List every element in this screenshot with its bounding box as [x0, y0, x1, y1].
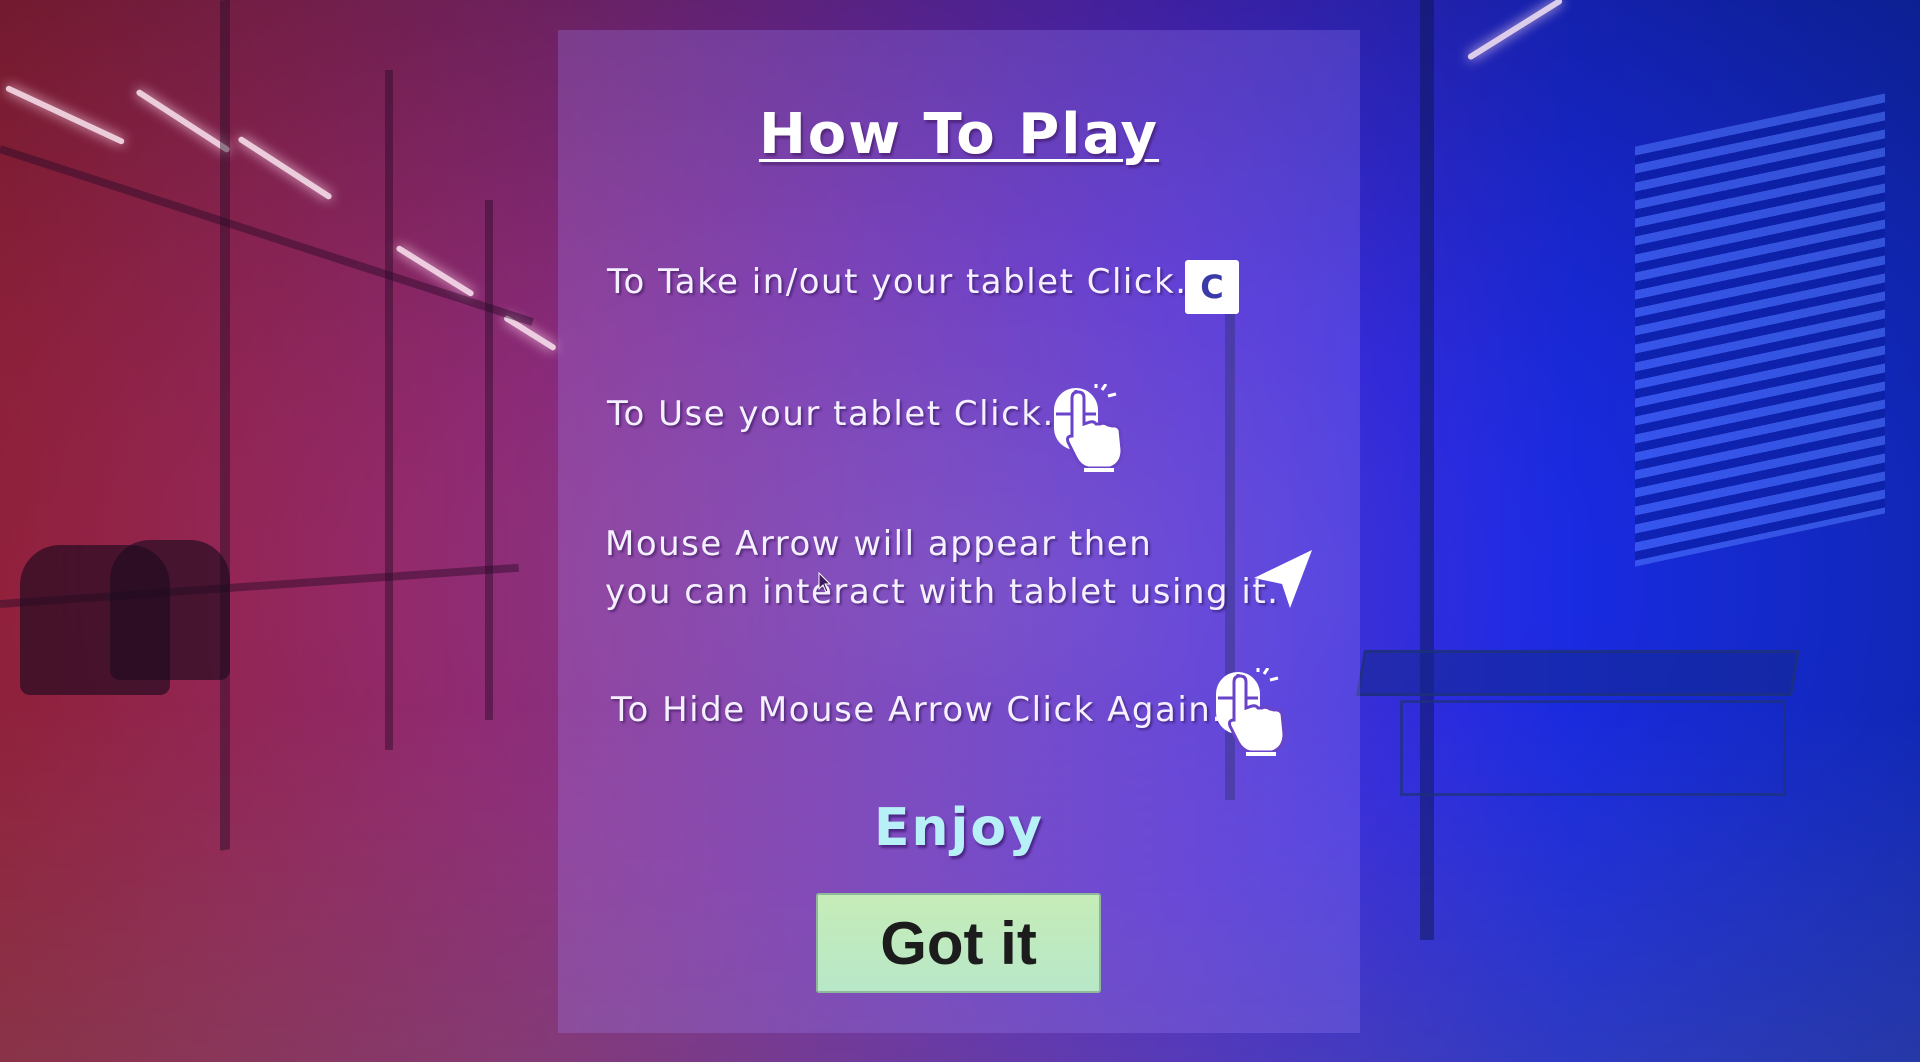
got-it-button[interactable]: Got it [816, 893, 1101, 993]
instruction-use-tablet: To Use your tablet Click. [607, 394, 1055, 434]
dialog-title: How To Play [758, 102, 1160, 167]
mouse-left-click-icon [1216, 668, 1286, 756]
mouse-cursor-icon [818, 572, 832, 593]
instruction-mouse-arrow-line1: Mouse Arrow will appear then [605, 524, 1153, 564]
instruction-mouse-arrow: Mouse Arrow will appear then you can int… [605, 520, 1279, 616]
mouse-arrow-icon [1254, 550, 1312, 608]
how-to-play-dialog: How To Play To Take in/out your tablet C… [558, 30, 1360, 1033]
enjoy-text: Enjoy [874, 798, 1044, 858]
mouse-left-click-icon [1054, 384, 1124, 472]
c-key-icon: C [1185, 260, 1239, 314]
instruction-toggle-tablet: To Take in/out your tablet Click. [607, 262, 1188, 302]
instruction-hide-arrow: To Hide Mouse Arrow Click Again. [611, 690, 1224, 730]
instruction-mouse-arrow-line2: you can interact with tablet using it. [605, 572, 1280, 612]
